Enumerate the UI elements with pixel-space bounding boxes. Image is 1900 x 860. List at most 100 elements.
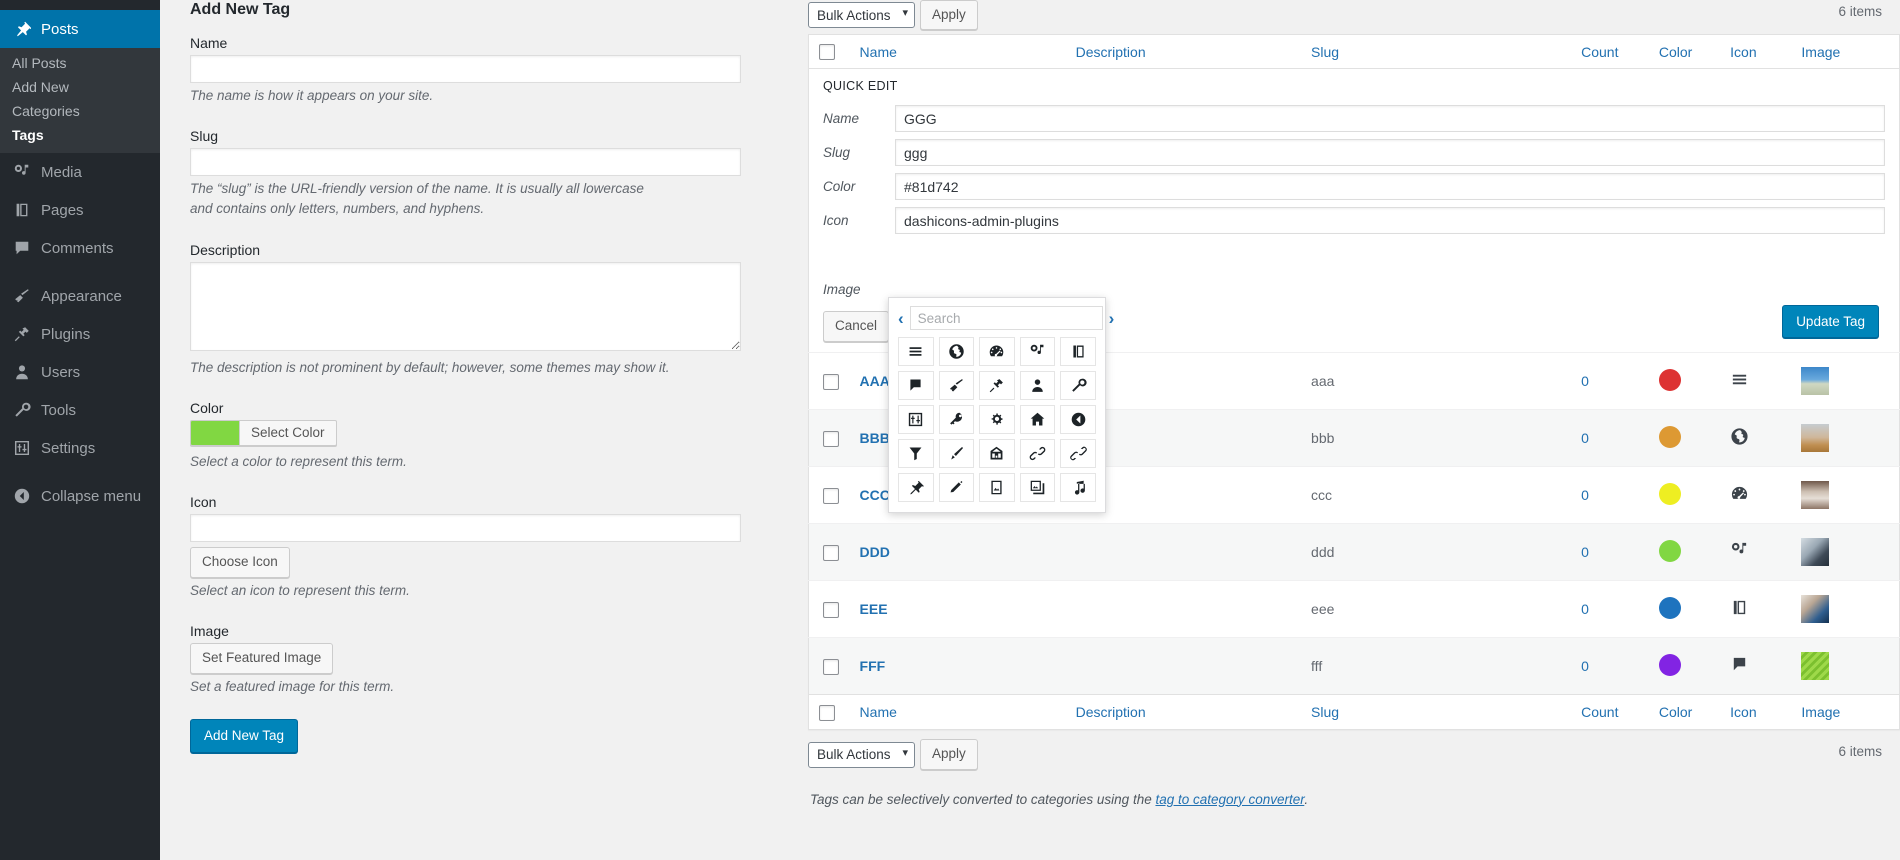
icon-picker-cell-filter-icon[interactable]: [898, 439, 934, 469]
description-label: Description: [190, 241, 261, 258]
icon-picker-cell-collapse-icon[interactable]: [1060, 405, 1096, 435]
icon-picker-cell-comments-icon[interactable]: [898, 371, 934, 401]
column-footer-slug[interactable]: Slug: [1301, 694, 1572, 730]
row-checkbox[interactable]: [823, 544, 839, 561]
icon-picker-cell-site-icon[interactable]: [938, 337, 975, 367]
tag-name-link[interactable]: EEE: [860, 601, 888, 617]
bulk-actions-wrap-bottom: Bulk Actions: [808, 741, 915, 768]
tag-name-input[interactable]: [190, 54, 741, 83]
icon-picker-header: ‹ ›: [898, 306, 1114, 331]
quick-edit-icon-input[interactable]: [895, 207, 1885, 235]
sidebar-item-tools[interactable]: Tools: [0, 391, 160, 429]
icon-picker-cell-link-icon[interactable]: [1060, 439, 1096, 469]
icon-picker-cell-menu-icon[interactable]: [898, 337, 934, 367]
select-color-button[interactable]: Select Color: [190, 419, 337, 446]
bulk-actions-select-top[interactable]: Bulk Actions: [808, 2, 915, 28]
quick-edit-row: QUICK EDIT Name Slug Color: [808, 68, 1900, 514]
apply-button-top[interactable]: Apply: [920, 0, 978, 31]
column-header-name[interactable]: Name: [849, 34, 1066, 70]
tag-name-link[interactable]: AAA: [860, 373, 890, 389]
row-count-cell[interactable]: 0: [1571, 638, 1649, 695]
select-all-checkbox-footer[interactable]: [819, 704, 835, 721]
icon-picker-cell-home-icon[interactable]: [1019, 405, 1056, 435]
tag-name-link[interactable]: FFF: [860, 658, 886, 674]
sidebar-item-comments[interactable]: Comments: [0, 229, 160, 267]
icon-picker-cell-audio-icon[interactable]: [1060, 473, 1096, 503]
column-footer-image: Image: [1791, 694, 1900, 730]
icon-picker-cell-settings-icon[interactable]: [898, 405, 934, 435]
quick-edit-cancel-button[interactable]: Cancel: [823, 311, 890, 343]
quick-edit-slug-input[interactable]: [895, 139, 1885, 167]
column-header-description[interactable]: Description: [1065, 34, 1302, 70]
sidebar-item-settings[interactable]: Settings: [0, 429, 160, 467]
pin-icon: [12, 19, 32, 39]
tag-name-link[interactable]: DDD: [860, 544, 890, 560]
icon-picker-search-input[interactable]: [909, 306, 1103, 331]
icon-picker-cell-tools-icon[interactable]: [1060, 371, 1096, 401]
icon-picker-cell-page-icon[interactable]: [938, 473, 975, 503]
select-all-checkbox[interactable]: [819, 44, 835, 61]
sidebar-item-media[interactable]: Media: [0, 153, 160, 191]
add-new-tag-button[interactable]: Add New Tag: [190, 719, 299, 754]
converter-note-prefix: Tags can be selectively converted to cat…: [810, 791, 1156, 807]
row-count-cell[interactable]: 0: [1571, 524, 1649, 581]
name-label: Name: [190, 34, 228, 51]
sidebar-item-pages[interactable]: Pages: [0, 191, 160, 229]
row-icon-cell: [1720, 638, 1791, 695]
tag-to-category-converter-link[interactable]: tag to category converter: [1155, 792, 1304, 807]
row-checkbox[interactable]: [823, 487, 839, 504]
comments-icon: [1730, 655, 1749, 674]
icon-picker-cell-post-icon[interactable]: [898, 473, 934, 503]
column-footer-count[interactable]: Count: [1571, 694, 1649, 730]
icon-picker-cell-images-icon[interactable]: [1019, 473, 1056, 503]
tag-name-link[interactable]: BBB: [860, 430, 890, 446]
column-header-count[interactable]: Count: [1571, 34, 1649, 70]
icon-picker-cell-media-icon[interactable]: [1019, 337, 1056, 367]
tag-slug-input[interactable]: [190, 148, 741, 177]
bulk-actions-select-bottom[interactable]: Bulk Actions: [808, 741, 915, 768]
sidebar-item-collapse-menu[interactable]: Collapse menu: [0, 477, 160, 515]
icon-picker-cell-generic-icon[interactable]: [979, 405, 1015, 435]
row-count-cell[interactable]: 0: [1571, 410, 1649, 467]
icon-picker-cell-dashboard-icon[interactable]: [979, 337, 1015, 367]
sidebar-item-add-new[interactable]: Add New: [0, 75, 160, 99]
icon-picker-cell-appearance-icon[interactable]: [938, 371, 975, 401]
row-count-cell[interactable]: 0: [1571, 581, 1649, 638]
quick-edit-update-button[interactable]: Update Tag: [1782, 304, 1879, 339]
column-header-slug[interactable]: Slug: [1301, 34, 1572, 70]
icon-picker-cell-network-icon[interactable]: [938, 405, 975, 435]
row-count-cell[interactable]: 0: [1571, 467, 1649, 524]
quick-edit-color-input[interactable]: [895, 173, 1885, 201]
tag-description-textarea[interactable]: [190, 261, 741, 351]
tag-icon-input[interactable]: [190, 514, 741, 543]
icon-picker-cell-customizer-icon[interactable]: [938, 439, 975, 469]
icon-picker-cell-multisite-icon[interactable]: [979, 439, 1015, 469]
row-checkbox[interactable]: [823, 601, 839, 618]
sidebar-item-tags[interactable]: Tags: [0, 123, 160, 147]
thumb-grass: [1801, 652, 1830, 681]
row-count-cell[interactable]: 0: [1571, 353, 1649, 410]
icon-picker-cell-plugins-icon[interactable]: [979, 371, 1015, 401]
row-checkbox[interactable]: [823, 373, 839, 390]
row-checkbox[interactable]: [823, 658, 839, 675]
column-footer-name[interactable]: Name: [849, 694, 1066, 730]
sidebar-item-all-posts[interactable]: All Posts: [0, 51, 160, 75]
quick-edit-name-input[interactable]: [895, 105, 1885, 133]
choose-icon-button[interactable]: Choose Icon: [190, 547, 290, 578]
icon-picker-cell-image-icon[interactable]: [979, 473, 1015, 503]
column-footer-description[interactable]: Description: [1065, 694, 1302, 730]
icon-picker-next-button[interactable]: ›: [1109, 310, 1115, 327]
set-featured-image-button[interactable]: Set Featured Image: [190, 643, 334, 675]
sidebar-item-categories[interactable]: Categories: [0, 99, 160, 123]
icon-picker-prev-button[interactable]: ‹: [898, 310, 904, 327]
sidebar-item-plugins[interactable]: Plugins: [0, 315, 160, 353]
icon-picker-cell-pages-icon[interactable]: [1060, 337, 1096, 367]
tag-name-link[interactable]: CCC: [860, 487, 890, 503]
icon-picker-cell-links-icon[interactable]: [1019, 439, 1056, 469]
sidebar-item-posts[interactable]: Posts: [0, 10, 168, 48]
row-checkbox[interactable]: [823, 430, 839, 447]
apply-button-bottom[interactable]: Apply: [920, 739, 978, 770]
icon-picker-cell-users-icon[interactable]: [1019, 371, 1056, 401]
sidebar-item-appearance[interactable]: Appearance: [0, 277, 160, 315]
sidebar-item-users[interactable]: Users: [0, 353, 160, 391]
